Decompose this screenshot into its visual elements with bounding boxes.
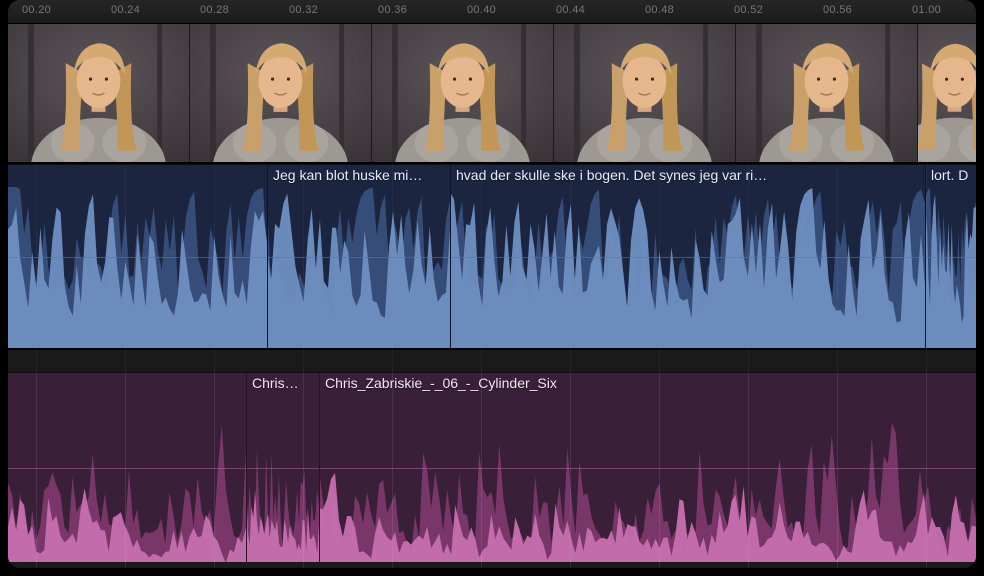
waveform	[925, 187, 976, 348]
ruler-tick: 00.48	[645, 4, 674, 16]
ruler-tick: 00.32	[289, 4, 318, 16]
ruler-tick: 00.24	[111, 4, 140, 16]
waveform	[267, 187, 450, 348]
ruler-tick: 00.40	[467, 4, 496, 16]
waveform	[450, 187, 925, 348]
music-audio-track[interactable]: Chris… Chris_Zabriskie_-_06_-_Cylinder_Si…	[8, 372, 976, 562]
waveform	[319, 395, 976, 562]
clip-label: Jeg kan blot huske mi…	[273, 167, 422, 183]
ruler-tick: 00.44	[556, 4, 585, 16]
video-thumbnail[interactable]	[554, 24, 736, 162]
ruler-tick: 00.20	[22, 4, 51, 16]
video-thumbnail[interactable]	[8, 24, 190, 162]
clip-label: Chris…	[252, 375, 299, 391]
time-ruler[interactable]: 00.20 00.24 00.28 00.32 00.36 00.40 00.44 00.48…	[8, 0, 976, 24]
video-thumbnail[interactable]	[190, 24, 372, 162]
clip-label: lort. D	[931, 167, 968, 183]
waveform	[8, 395, 246, 562]
waveform-midline	[8, 468, 976, 469]
ruler-tick: 00.28	[200, 4, 229, 16]
waveform-midline	[8, 257, 976, 258]
ruler-tick: 01.00	[912, 4, 941, 16]
timeline-window[interactable]: 00.20 00.24 00.28 00.32 00.36 00.40 00.44 00.48…	[8, 0, 976, 568]
dialogue-audio-track[interactable]: Jeg kan blot huske mi… hvad der skulle sk…	[8, 164, 976, 350]
video-thumbnail[interactable]	[918, 24, 976, 162]
clip-label: hvad der skulle ske i bogen. Det synes j…	[456, 167, 767, 183]
track-gap	[8, 350, 976, 372]
ruler-tick: 00.52	[734, 4, 763, 16]
clip-label: Chris_Zabriskie_-_06_-_Cylinder_Six	[325, 375, 557, 391]
video-track[interactable]	[8, 24, 976, 164]
video-thumbnail[interactable]	[736, 24, 918, 162]
waveform	[8, 187, 267, 348]
video-thumbnail[interactable]	[372, 24, 554, 162]
waveform	[246, 395, 319, 562]
ruler-tick: 00.36	[378, 4, 407, 16]
ruler-tick: 00.56	[823, 4, 852, 16]
